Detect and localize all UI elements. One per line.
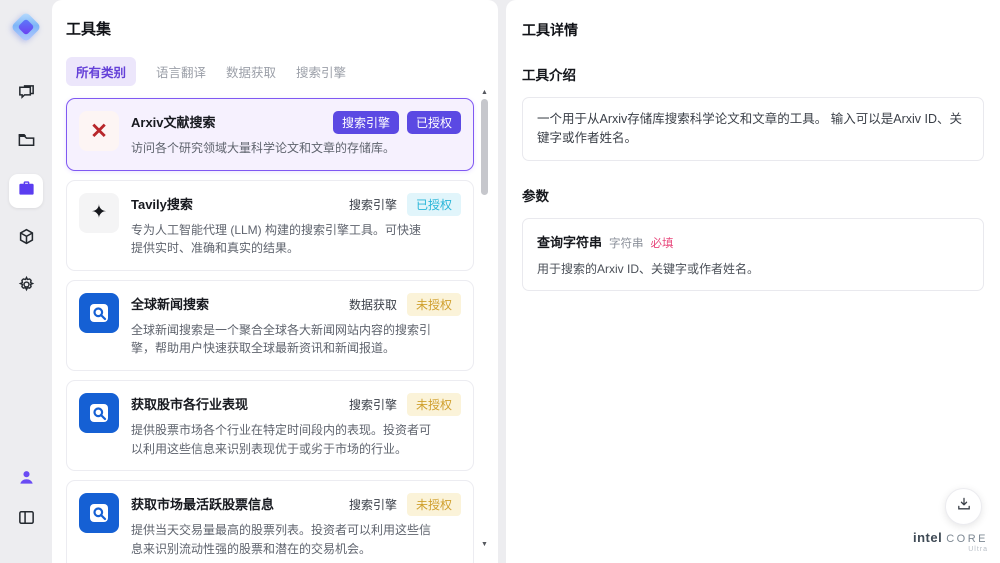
category-badge: 数据获取: [348, 297, 397, 312]
tool-description: 访问各个研究领域大量科学论文和文章的存储库。: [131, 141, 396, 155]
tool-name: 获取股市各行业表现: [131, 396, 249, 412]
blue-search-icon: [79, 493, 119, 534]
auth-status-badge: 未授权: [406, 493, 461, 517]
sidebar-item-account[interactable]: [9, 463, 43, 497]
gear-icon: [17, 275, 36, 299]
tab-all-categories[interactable]: 所有类别: [66, 57, 137, 86]
sidebar-item-files[interactable]: [9, 126, 43, 160]
tab-language-translation[interactable]: 语言翻译: [156, 57, 206, 86]
parameter-type: 字符串: [609, 237, 644, 250]
four-point-star-icon: ✦: [79, 192, 119, 233]
parameter-required-flag: 必填: [650, 237, 674, 250]
tool-list-panel: 工具集 所有类别 语言翻译 数据获取 搜索引擎 ✕ Arxiv文献搜索 搜索引擎…: [52, 0, 498, 563]
tool-description: 提供股票市场各个行业在特定时间段内的表现。投资者可以利用这些信息来识别表现优于或…: [131, 422, 432, 456]
tool-card-sector-performance[interactable]: 获取股市各行业表现 搜索引擎 未授权 提供股票市场各个行业在特定时间段内的表现。…: [66, 379, 474, 472]
sidebar-item-chat[interactable]: [9, 78, 43, 112]
intel-core-logo: intel CORE Ultra: [912, 530, 988, 554]
core-variant-text: Ultra: [968, 546, 988, 554]
tab-search-engine[interactable]: 搜索引擎: [296, 57, 346, 86]
briefcase-icon: [17, 179, 36, 203]
blue-search-icon: [79, 392, 119, 433]
tool-card-arxiv[interactable]: ✕ Arxiv文献搜索 搜索引擎 已授权 访问各个研究领域大量科学论文和文章的存…: [66, 98, 474, 171]
tool-name: Tavily搜索: [131, 196, 193, 212]
tool-name: 全球新闻搜索: [131, 296, 210, 312]
download-button[interactable]: [945, 488, 982, 525]
category-badge: 搜索引擎: [332, 111, 399, 134]
parameter-name: 查询字符串: [537, 234, 603, 250]
auth-status-badge: 已授权: [406, 111, 461, 134]
intro-section-title: 工具介绍: [522, 68, 576, 83]
auth-status-badge: 未授权: [406, 392, 461, 416]
chat-icon: [17, 83, 36, 107]
tool-detail-panel: 工具详情 工具介绍 一个用于从Arxiv存储库搜索科学论文和文章的工具。 输入可…: [506, 0, 1000, 563]
scroll-down-arrow-icon[interactable]: ▼: [480, 540, 489, 549]
tool-name: 获取市场最活跃股票信息: [131, 497, 275, 513]
params-section-title: 参数: [522, 188, 549, 204]
detail-title: 工具详情: [522, 22, 578, 38]
sidebar-item-models[interactable]: [9, 222, 43, 256]
tool-card-body: 获取市场最活跃股票信息 搜索引擎 未授权 提供当天交易量最高的股票列表。投资者可…: [131, 493, 461, 558]
tool-description: 全球新闻搜索是一个聚合全球各大新闻网站内容的搜索引擎，帮助用户快速获取全球最新资…: [131, 322, 432, 356]
tool-intro-box: 一个用于从Arxiv存储库搜索科学论文和文章的工具。 输入可以是Arxiv ID…: [522, 97, 984, 161]
left-rail: [0, 0, 52, 563]
tool-list: ✕ Arxiv文献搜索 搜索引擎 已授权 访问各个研究领域大量科学论文和文章的存…: [66, 98, 474, 563]
sidebar-item-settings[interactable]: [9, 270, 43, 304]
download-icon: [956, 496, 972, 517]
blue-search-icon: [79, 292, 119, 333]
tool-card-global-news[interactable]: 全球新闻搜索 数据获取 未授权 全球新闻搜索是一个聚合全球各大新闻网站内容的搜索…: [66, 279, 474, 371]
tab-data-fetch[interactable]: 数据获取: [226, 57, 276, 86]
page-title: 工具集: [66, 21, 112, 38]
tool-description: 提供当天交易量最高的股票列表。投资者可以利用这些信息来识别流动性强的股票和潜在的…: [131, 523, 432, 556]
tool-card-tavily[interactable]: ✦ Tavily搜索 搜索引擎 已授权 专为人工智能代理 (LLM) 构建的搜索…: [66, 179, 474, 271]
parameter-card: 查询字符串 字符串 必填 用于搜索的Arxiv ID、关键字或作者姓名。: [522, 217, 984, 291]
category-badge: 搜索引擎: [348, 397, 397, 412]
tool-card-body: 全球新闻搜索 数据获取 未授权 全球新闻搜索是一个聚合全球各大新闻网站内容的搜索…: [131, 292, 461, 358]
intel-logo-text: intel: [912, 530, 943, 546]
tool-card-body: Tavily搜索 搜索引擎 已授权 专为人工智能代理 (LLM) 构建的搜索引擎…: [131, 192, 461, 258]
core-logo-text: CORE: [946, 533, 988, 546]
arxiv-logo-icon: ✕: [79, 111, 119, 151]
scroll-up-arrow-icon[interactable]: ▲: [480, 88, 489, 97]
category-badge: 搜索引擎: [348, 197, 397, 212]
tool-card-body: 获取股市各行业表现 搜索引擎 未授权 提供股票市场各个行业在特定时间段内的表现。…: [131, 392, 461, 458]
tool-description: 专为人工智能代理 (LLM) 构建的搜索引擎工具。可快速提供实时、准确和真实的结…: [131, 222, 422, 256]
parameter-description: 用于搜索的Arxiv ID、关键字或作者姓名。: [537, 261, 760, 276]
folder-icon: [17, 131, 36, 155]
category-tabs: 所有类别 语言翻译 数据获取 搜索引擎: [66, 57, 474, 86]
cube-icon: [17, 227, 36, 251]
app-logo[interactable]: [10, 10, 42, 44]
scrollbar-thumb[interactable]: [481, 99, 488, 195]
tool-card-most-active-stocks[interactable]: 获取市场最活跃股票信息 搜索引擎 未授权 提供当天交易量最高的股票列表。投资者可…: [66, 480, 474, 563]
user-icon: [17, 468, 36, 492]
tool-name: Arxiv文献搜索: [131, 115, 216, 130]
auth-status-badge: 已授权: [406, 192, 461, 216]
split-panel-icon: [17, 508, 36, 532]
sidebar-item-tools[interactable]: [9, 174, 43, 208]
tool-card-body: Arxiv文献搜索 搜索引擎 已授权 访问各个研究领域大量科学论文和文章的存储库…: [131, 111, 461, 158]
category-badge: 搜索引擎: [348, 498, 397, 513]
sidebar-item-collapse[interactable]: [9, 503, 43, 537]
auth-status-badge: 未授权: [406, 292, 461, 316]
list-scrollbar[interactable]: ▲ ▼: [480, 88, 489, 549]
